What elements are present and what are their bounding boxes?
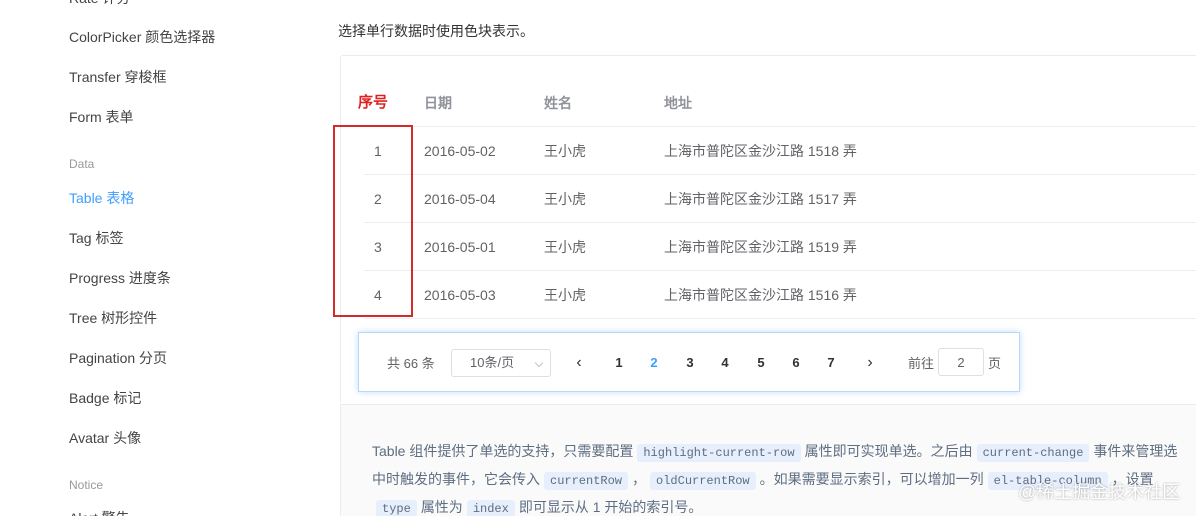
- desc-text: ，: [632, 471, 647, 487]
- table-row[interactable]: 1 2016-05-02 王小虎 上海市普陀区金沙江路 1518 弄: [364, 127, 1196, 175]
- page-number[interactable]: 7: [816, 349, 846, 377]
- goto-label: 前往: [908, 356, 935, 371]
- page-number[interactable]: 5: [746, 349, 776, 377]
- row-index: 1: [374, 143, 382, 159]
- sidebar-group-notice: Notice: [69, 478, 104, 492]
- row-index: 3: [374, 239, 382, 255]
- sidebar-item-tag[interactable]: Tag 标签: [69, 228, 123, 248]
- sidebar-item-table[interactable]: Table 表格: [69, 188, 134, 208]
- sidebar-item-avatar[interactable]: Avatar 头像: [69, 428, 141, 448]
- sidebar-item-alert[interactable]: Alert 警告: [69, 508, 130, 516]
- row-address: 上海市普陀区金沙江路 1519 弄: [664, 239, 857, 255]
- sidebar-item-transfer[interactable]: Transfer 穿梭框: [69, 67, 167, 87]
- row-name: 王小虎: [544, 143, 586, 159]
- sidebar-item-pagination[interactable]: Pagination 分页: [69, 348, 167, 368]
- chevron-down-icon: [534, 358, 544, 368]
- desc-text: 。如果需要显示索引，可以增加一列: [759, 471, 984, 487]
- watermark: @稀土掘金技术社区: [1018, 482, 1181, 502]
- sidebar-item-progress[interactable]: Progress 进度条: [69, 268, 171, 288]
- pagination-total: 共 66 条: [387, 356, 435, 371]
- row-date: 2016-05-04: [424, 191, 496, 207]
- header-index: 序号: [358, 94, 389, 111]
- code-current-change: current-change: [976, 444, 1090, 462]
- header-address[interactable]: 地址: [664, 79, 692, 127]
- header-date[interactable]: 日期: [424, 79, 452, 127]
- prev-page-button[interactable]: ‹: [567, 349, 591, 377]
- row-name: 王小虎: [544, 287, 586, 303]
- sidebar-item-colorpicker[interactable]: ColorPicker 颜色选择器: [69, 27, 215, 47]
- row-date: 2016-05-03: [424, 287, 496, 303]
- table-header-row: 序号 日期 姓名 地址: [358, 79, 1196, 127]
- row-date: 2016-05-02: [424, 143, 496, 159]
- row-index: 4: [374, 287, 382, 303]
- code-highlight-current-row: highlight-current-row: [637, 444, 801, 462]
- row-address: 上海市普陀区金沙江路 1516 弄: [664, 287, 857, 303]
- goto-page-input[interactable]: [938, 348, 984, 376]
- page-number[interactable]: 1: [604, 349, 634, 377]
- row-name: 王小虎: [544, 239, 586, 255]
- sidebar-item-tree[interactable]: Tree 树形控件: [69, 308, 157, 328]
- desc-text: 即可显示从 1 开始的索引号。: [518, 499, 703, 515]
- row-name: 王小虎: [544, 191, 586, 207]
- description-text: Table 组件提供了单选的支持，只需要配置 highlight-current-…: [372, 438, 1182, 516]
- page-number[interactable]: 3: [675, 349, 705, 377]
- pagination: 共 66 条 10条/页 ‹ 1 2 3 4 5 6 7 › 前往 页: [358, 332, 1020, 392]
- header-name[interactable]: 姓名: [544, 79, 572, 127]
- sidebar-item-form[interactable]: Form 表单: [69, 107, 134, 127]
- page-number[interactable]: 6: [781, 349, 811, 377]
- code-type: type: [376, 500, 417, 516]
- sidebar-item-badge[interactable]: Badge 标记: [69, 388, 141, 408]
- section-intro-text: 选择单行数据时使用色块表示。: [338, 23, 534, 39]
- next-page-button[interactable]: ›: [858, 349, 882, 377]
- sidebar-group-data: Data: [69, 157, 95, 171]
- goto-suffix: 页: [988, 356, 1002, 371]
- page-number-current[interactable]: 2: [639, 349, 669, 377]
- row-index: 2: [374, 191, 382, 207]
- table-row[interactable]: 4 2016-05-03 王小虎 上海市普陀区金沙江路 1516 弄: [364, 271, 1196, 319]
- row-date: 2016-05-01: [424, 239, 496, 255]
- desc-text: 属性为: [420, 499, 463, 515]
- table-row[interactable]: 3 2016-05-01 王小虎 上海市普陀区金沙江路 1519 弄: [364, 223, 1196, 271]
- row-address: 上海市普陀区金沙江路 1518 弄: [664, 143, 857, 159]
- page-number[interactable]: 4: [710, 349, 740, 377]
- sidebar-nav: Rate 评分 ColorPicker 颜色选择器 Transfer 穿梭框 F…: [0, 0, 300, 516]
- code-old-current-row: oldCurrentRow: [650, 472, 756, 490]
- code-current-row: currentRow: [544, 472, 629, 490]
- sidebar-item-rate[interactable]: Rate 评分: [69, 0, 130, 8]
- page-size-select[interactable]: 10条/页: [451, 349, 551, 377]
- desc-text: Table 组件提供了单选的支持，只需要配置: [372, 443, 634, 459]
- table-row[interactable]: 2 2016-05-04 王小虎 上海市普陀区金沙江路 1517 弄: [364, 175, 1196, 223]
- row-address: 上海市普陀区金沙江路 1517 弄: [664, 191, 857, 207]
- desc-text: 属性即可实现单选。之后由: [804, 443, 973, 459]
- page-size-value: 10条/页: [470, 355, 515, 370]
- code-index: index: [466, 500, 515, 516]
